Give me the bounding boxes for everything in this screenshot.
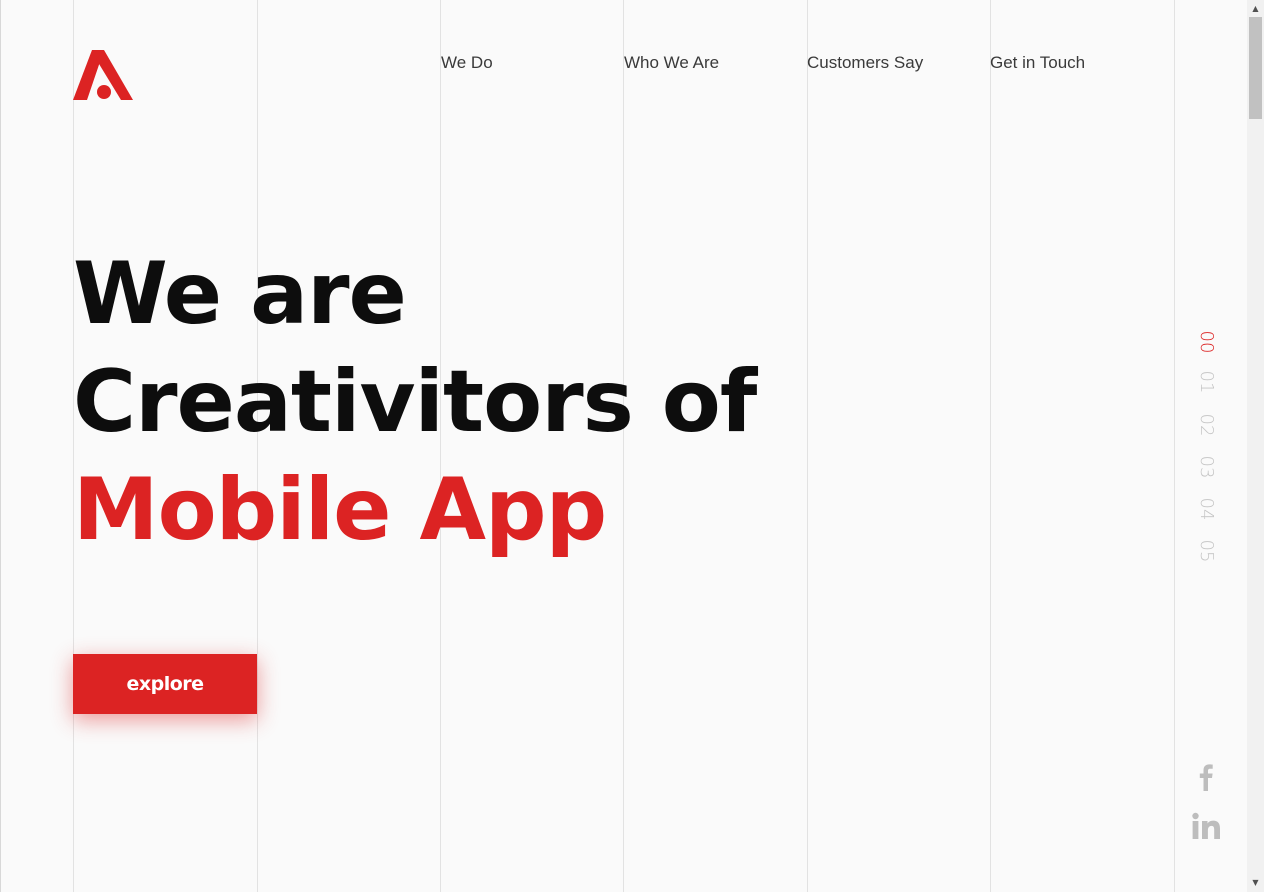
linkedin-link[interactable] bbox=[1190, 810, 1222, 842]
facebook-icon bbox=[1199, 764, 1213, 791]
grid-line bbox=[1174, 0, 1175, 892]
hero-line-1: We are bbox=[73, 244, 407, 344]
nav-item-get-in-touch[interactable]: Get in Touch bbox=[990, 52, 1085, 74]
facebook-link[interactable] bbox=[1190, 760, 1222, 792]
nav-item-who-we-are[interactable]: Who We Are bbox=[624, 52, 719, 74]
scrollbar-thumb[interactable] bbox=[1249, 17, 1262, 119]
grid-line bbox=[990, 0, 991, 892]
pager-item-01[interactable]: 01 bbox=[1194, 366, 1218, 398]
linkedin-icon bbox=[1192, 812, 1220, 839]
section-pager: 00 01 02 03 04 05 bbox=[1190, 330, 1222, 570]
pager-item-02[interactable]: 02 bbox=[1194, 409, 1218, 441]
hero-line-3: Mobile App bbox=[73, 460, 607, 560]
nav-item-we-do[interactable]: We Do bbox=[441, 52, 493, 74]
hero-headline: We are Creativitors of Mobile App bbox=[73, 240, 833, 564]
scroll-up-arrow-icon[interactable]: ▲ bbox=[1247, 2, 1264, 16]
page: We Do Who We Are Customers Say Get in To… bbox=[0, 0, 1264, 892]
pager-item-00[interactable]: 00 bbox=[1194, 326, 1218, 358]
hero-line-2: Creativitors of bbox=[73, 352, 757, 452]
scrollbar[interactable]: ▲ ▼ bbox=[1247, 0, 1264, 892]
scroll-down-arrow-icon[interactable]: ▼ bbox=[1247, 876, 1264, 890]
pager-item-05[interactable]: 05 bbox=[1194, 535, 1218, 567]
main-nav: We Do Who We Are Customers Say Get in To… bbox=[0, 52, 1264, 76]
explore-button[interactable]: explore bbox=[73, 654, 257, 714]
left-border bbox=[0, 0, 1, 892]
pager-item-04[interactable]: 04 bbox=[1194, 493, 1218, 525]
nav-item-customers-say[interactable]: Customers Say bbox=[807, 52, 923, 74]
pager-item-03[interactable]: 03 bbox=[1194, 451, 1218, 483]
